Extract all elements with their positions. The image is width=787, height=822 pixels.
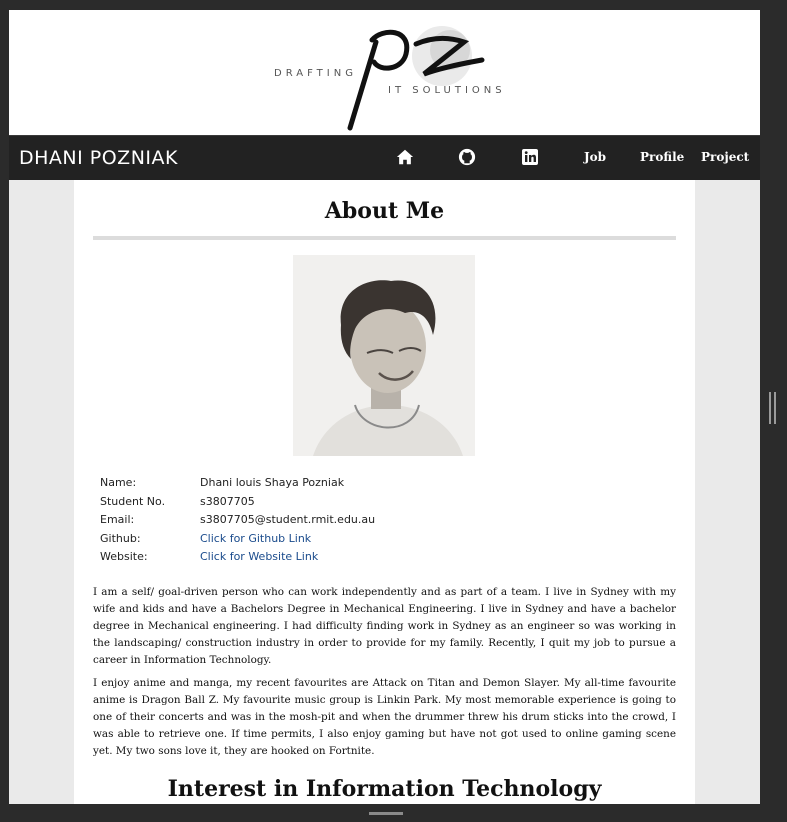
- nav-link-project[interactable]: Project: [701, 150, 749, 164]
- about-paragraph-1: I am a self/ goal-driven person who can …: [93, 586, 676, 666]
- info-value: s3807705: [200, 494, 255, 508]
- info-label: Student No.: [100, 494, 166, 508]
- logo-banner: DRAFTING IT SOLUTIONS: [9, 10, 760, 135]
- nav-link-job[interactable]: Job: [584, 150, 606, 164]
- about-me-heading: About Me: [324, 198, 445, 224]
- info-value: Dhani louis Shaya Pozniak: [200, 476, 345, 489]
- site-brand[interactable]: DHANI POZNIAK: [19, 147, 178, 169]
- drafting-it-solutions-logo: DRAFTING IT SOLUTIONS: [274, 26, 504, 131]
- about-paragraph-2: I enjoy anime and manga, my recent favou…: [93, 677, 676, 757]
- home-icon[interactable]: [396, 148, 414, 166]
- bottom-resize-handle[interactable]: [369, 812, 403, 815]
- github-link[interactable]: Click for Github Link: [200, 532, 311, 545]
- github-icon[interactable]: [458, 148, 476, 166]
- profile-photo: [293, 255, 475, 456]
- info-label: Website:: [100, 550, 148, 563]
- main-content: About Me Name: Dhani louis Shaya Pozniak: [74, 180, 695, 804]
- info-label: Email:: [100, 513, 135, 526]
- info-label: Name:: [100, 476, 137, 489]
- info-label: Github:: [100, 531, 141, 545]
- nav-link-profile[interactable]: Profile: [640, 150, 684, 164]
- logo-word-drafting: DRAFTING: [274, 68, 357, 79]
- window-resize-handle[interactable]: [769, 392, 777, 424]
- linkedin-icon[interactable]: [521, 148, 539, 166]
- heading-divider: [93, 236, 676, 240]
- interest-heading: Interest in Information Technology: [167, 776, 602, 802]
- info-value: s3807705@student.rmit.edu.au: [200, 513, 376, 526]
- browser-viewport: DRAFTING IT SOLUTIONS DHANI POZNIAK Job …: [9, 10, 760, 804]
- top-navbar: DHANI POZNIAK Job Profile Project: [9, 135, 760, 180]
- logo-word-it-solutions: IT SOLUTIONS: [388, 85, 504, 96]
- website-link[interactable]: Click for Website Link: [200, 550, 318, 563]
